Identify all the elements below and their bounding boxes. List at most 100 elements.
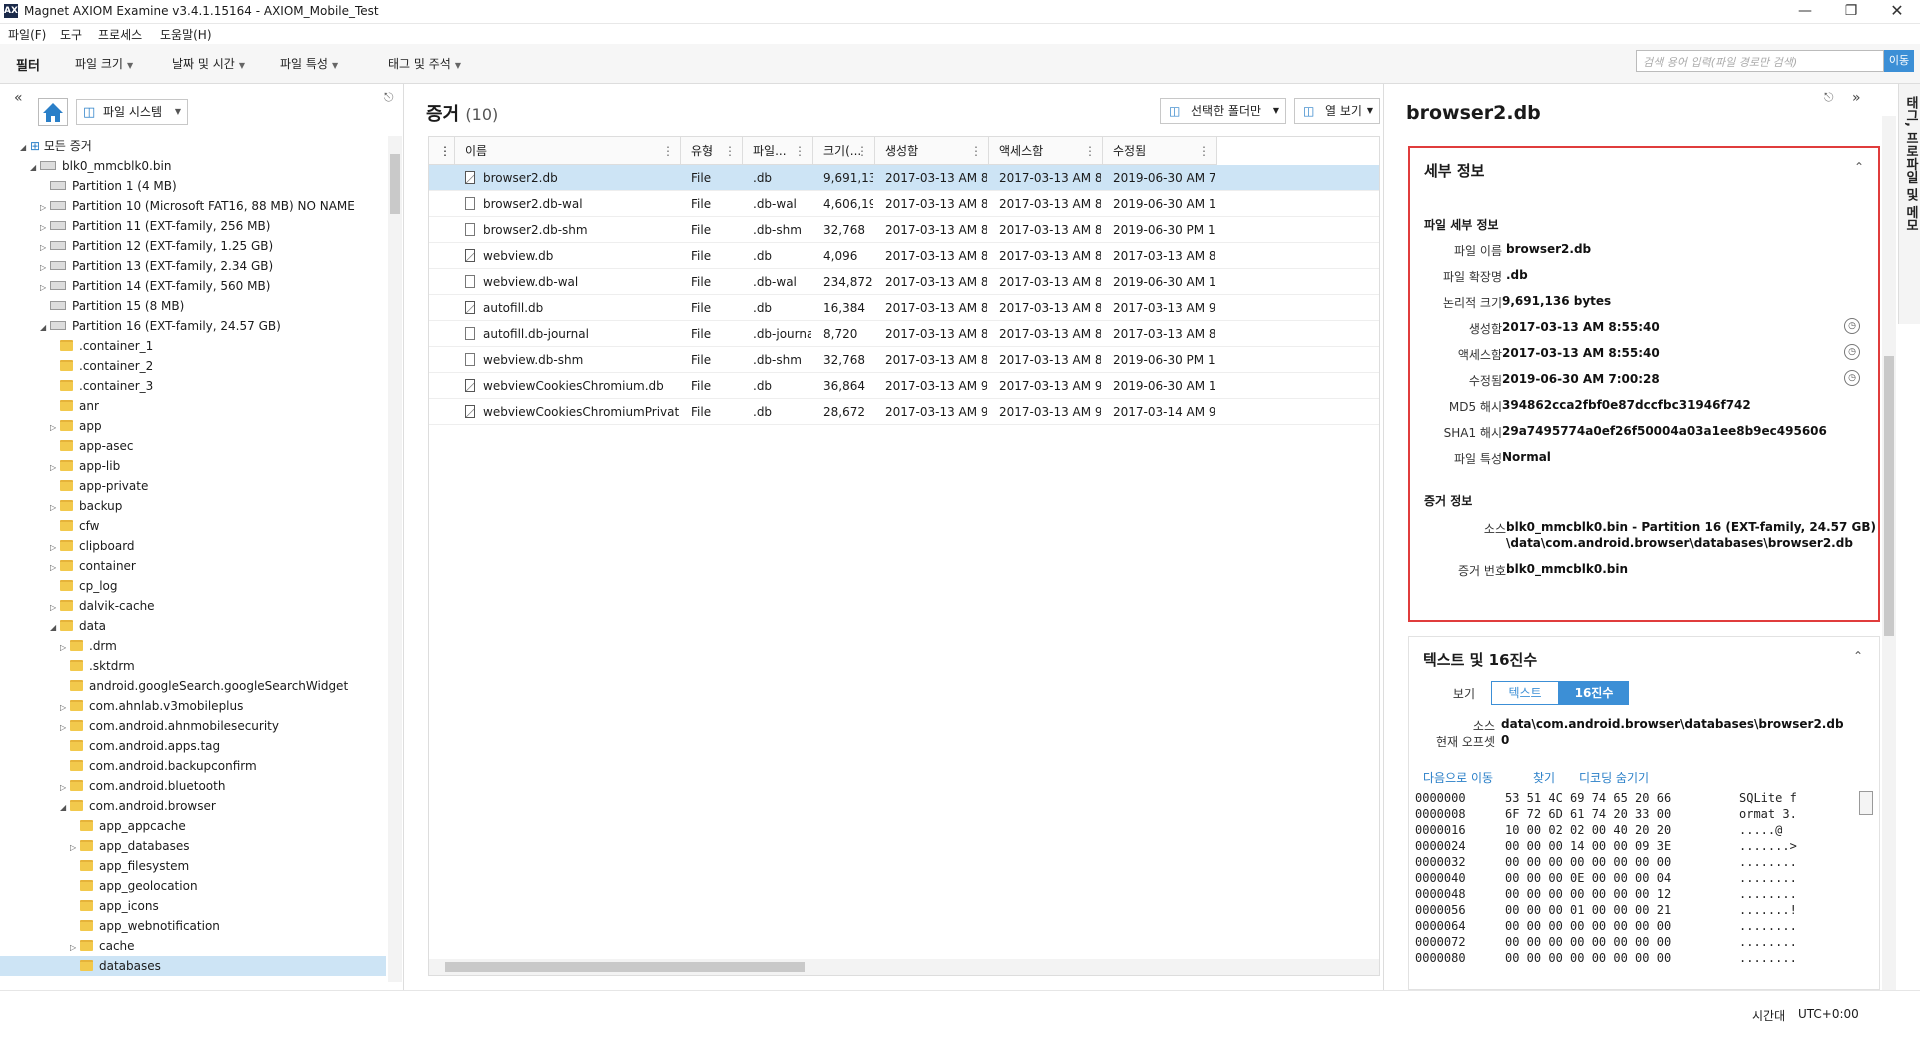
expand-arrow-icon[interactable]: ▷ bbox=[60, 718, 70, 738]
tab-text[interactable]: 텍스트 bbox=[1491, 681, 1559, 705]
tree-item[interactable]: com.android.apps.tag bbox=[0, 736, 386, 756]
expand-arrow-icon[interactable]: ▷ bbox=[40, 238, 50, 258]
tree-item[interactable]: ▷ .drm bbox=[0, 636, 386, 656]
tree-item[interactable]: ▷ dalvik-cache bbox=[0, 596, 386, 616]
tree-item[interactable]: app_geolocation bbox=[0, 876, 386, 896]
collapse-up-icon[interactable]: ⌃ bbox=[1853, 649, 1863, 663]
tree-item[interactable]: .sktdrm bbox=[0, 656, 386, 676]
tree-item[interactable]: app-private bbox=[0, 476, 386, 496]
table-row[interactable]: browser2.db File .db 9,691,136 2017-03-13 AM… bbox=[429, 165, 1379, 191]
filter-file-size[interactable]: 파일 크기 ▼ bbox=[75, 55, 133, 72]
expand-arrow-icon[interactable]: ▷ bbox=[50, 458, 60, 478]
tree-item[interactable]: app-asec bbox=[0, 436, 386, 456]
restore-icon[interactable]: ❐ bbox=[1828, 0, 1874, 24]
column-menu-icon[interactable]: ⋮ bbox=[1084, 137, 1096, 165]
tree-item[interactable]: cfw bbox=[0, 516, 386, 536]
expand-arrow-icon[interactable]: ▷ bbox=[40, 198, 50, 218]
column-menu-icon[interactable]: ⋮ bbox=[794, 137, 806, 165]
expand-arrow-icon[interactable]: ▷ bbox=[50, 498, 60, 518]
timezone-value[interactable]: UTC+0:00 bbox=[1798, 1007, 1859, 1021]
column-menu-icon[interactable]: ⋮ bbox=[724, 137, 736, 165]
minimize-icon[interactable]: — bbox=[1782, 0, 1828, 24]
tree-item[interactable]: ▷ container bbox=[0, 556, 386, 576]
menu-file[interactable]: 파일(F) bbox=[8, 26, 46, 43]
hex-view[interactable]: 0000000 53 51 4C 69 74 65 20 66 SQLite f 00… bbox=[1415, 791, 1855, 987]
tree-item[interactable]: ▷ Partition 12 (EXT-family, 1.25 GB) bbox=[0, 236, 386, 256]
tree-item[interactable]: ▷ app bbox=[0, 416, 386, 436]
tree-item[interactable]: com.android.backupconfirm bbox=[0, 756, 386, 776]
expand-arrow-icon[interactable]: ▷ bbox=[60, 638, 70, 658]
expand-arrow-icon[interactable]: ▷ bbox=[40, 258, 50, 278]
column-menu-icon[interactable]: ⋮ bbox=[662, 137, 674, 165]
table-row[interactable]: browser2.db-shm File .db-shm 32,768 2017-03-… bbox=[429, 217, 1379, 243]
tree-item[interactable]: ▷ Partition 14 (EXT-family, 560 MB) bbox=[0, 276, 386, 296]
tree-item[interactable]: app_webnotification bbox=[0, 916, 386, 936]
grid-hscroll-thumb[interactable] bbox=[445, 962, 805, 972]
tree-item[interactable]: Partition 15 (8 MB) bbox=[0, 296, 386, 316]
goto-link[interactable]: 다음으로 이동 bbox=[1423, 769, 1493, 786]
selected-folder-only-button[interactable]: ◫ 선택한 폴더만 ▼ bbox=[1160, 98, 1286, 124]
tree-item[interactable]: ▷ Partition 13 (EXT-family, 2.34 GB) bbox=[0, 256, 386, 276]
tree-item[interactable]: ◢ ⊞ 모든 증거 bbox=[0, 136, 386, 156]
column-menu-icon[interactable]: ⋮ bbox=[856, 137, 868, 165]
table-row[interactable]: webview.db-wal File .db-wal 234,872 2017-03-… bbox=[429, 269, 1379, 295]
column-header[interactable]: 생성함 ⋮ bbox=[875, 137, 989, 165]
view-selector[interactable]: ◫ 파일 시스템 ▼ bbox=[76, 99, 188, 125]
tree-item[interactable]: ▷ clipboard bbox=[0, 536, 386, 556]
table-row[interactable]: webview.db File .db 4,096 2017-03-13 AM 8:55… bbox=[429, 243, 1379, 269]
close-icon[interactable]: ✕ bbox=[1874, 0, 1920, 24]
tree-item[interactable]: app_icons bbox=[0, 896, 386, 916]
find-link[interactable]: 찾기 bbox=[1533, 769, 1555, 786]
tree-item[interactable]: ▷ Partition 11 (EXT-family, 256 MB) bbox=[0, 216, 386, 236]
column-header[interactable]: 이름 ⋮ bbox=[455, 137, 681, 165]
tree-item[interactable]: android.googleSearch.googleSearchWidget bbox=[0, 676, 386, 696]
pin-icon[interactable]: ⎋ bbox=[1824, 90, 1834, 105]
table-row[interactable]: browser2.db-wal File .db-wal 4,606,192 2017-… bbox=[429, 191, 1379, 217]
column-header[interactable]: 수정됨 ⋮ bbox=[1103, 137, 1217, 165]
column-view-button[interactable]: ◫ 열 보기 ▼ bbox=[1294, 98, 1380, 124]
collapse-left-icon[interactable]: « bbox=[14, 90, 23, 106]
column-header[interactable]: 크기(... ⋮ bbox=[813, 137, 875, 165]
tree-item[interactable]: .container_2 bbox=[0, 356, 386, 376]
filter-tags[interactable]: 태그 및 주석 ▼ bbox=[388, 55, 461, 72]
tree-item[interactable]: ▷ Partition 10 (Microsoft FAT16, 88 MB) N… bbox=[0, 196, 386, 216]
tree-item[interactable]: cp_log bbox=[0, 576, 386, 596]
expanded-arrow-icon[interactable]: ◢ bbox=[60, 798, 70, 818]
tree-item[interactable]: ◢ Partition 16 (EXT-family, 24.57 GB) bbox=[0, 316, 386, 336]
tree-item[interactable]: ▷ app_databases bbox=[0, 836, 386, 856]
expanded-arrow-icon[interactable]: ◢ bbox=[50, 618, 60, 638]
column-menu-icon[interactable]: ⋮ bbox=[970, 137, 982, 165]
column-header[interactable]: 유형 ⋮ bbox=[681, 137, 743, 165]
expand-arrow-icon[interactable]: ▷ bbox=[50, 538, 60, 558]
go-button[interactable]: 이동 bbox=[1884, 50, 1914, 72]
menu-process[interactable]: 프로세스 bbox=[98, 26, 142, 43]
tree-item[interactable]: .container_1 bbox=[0, 336, 386, 356]
column-header[interactable]: 액세스함 ⋮ bbox=[989, 137, 1103, 165]
tree-item[interactable]: ▷ backup bbox=[0, 496, 386, 516]
tree-item[interactable]: app_filesystem bbox=[0, 856, 386, 876]
tree-item[interactable]: anr bbox=[0, 396, 386, 416]
expanded-arrow-icon[interactable]: ◢ bbox=[30, 158, 40, 178]
expanded-arrow-icon[interactable]: ◢ bbox=[20, 138, 30, 158]
table-row[interactable]: autofill.db-journal File .db-journal 8,720 2… bbox=[429, 321, 1379, 347]
tree-item[interactable]: ◢ blk0_mmcblk0.bin bbox=[0, 156, 386, 176]
table-row[interactable]: webviewCookiesChromium.db File .db 36,864 20… bbox=[429, 373, 1379, 399]
tree-item[interactable]: databases bbox=[0, 956, 386, 976]
menu-help[interactable]: 도움말(H) bbox=[160, 26, 212, 43]
expand-arrow-icon[interactable]: ▷ bbox=[60, 778, 70, 798]
tree-item[interactable]: ◢ com.android.browser bbox=[0, 796, 386, 816]
table-row[interactable]: webview.db-shm File .db-shm 32,768 2017-03-1… bbox=[429, 347, 1379, 373]
expand-arrow-icon[interactable]: ▷ bbox=[60, 698, 70, 718]
table-row[interactable]: autofill.db File .db 16,384 2017-03-13 AM 8:… bbox=[429, 295, 1379, 321]
column-menu-icon[interactable]: ⋮ bbox=[1198, 137, 1210, 165]
clock-icon[interactable]: ◷ bbox=[1844, 318, 1860, 334]
collapse-up-icon[interactable]: ⌃ bbox=[1854, 160, 1864, 174]
search-input[interactable]: 검색 용어 입력(파일 경로만 검색) bbox=[1636, 50, 1884, 72]
clock-icon[interactable]: ◷ bbox=[1844, 344, 1860, 360]
expand-arrow-icon[interactable]: ▷ bbox=[50, 418, 60, 438]
home-button[interactable] bbox=[38, 98, 68, 126]
tree-item[interactable]: ▷ cache bbox=[0, 936, 386, 956]
detail-scroll-thumb[interactable] bbox=[1884, 356, 1894, 636]
tree-item[interactable]: ▷ com.android.ahnmobilesecurity bbox=[0, 716, 386, 736]
expand-arrow-icon[interactable]: ▷ bbox=[50, 558, 60, 578]
